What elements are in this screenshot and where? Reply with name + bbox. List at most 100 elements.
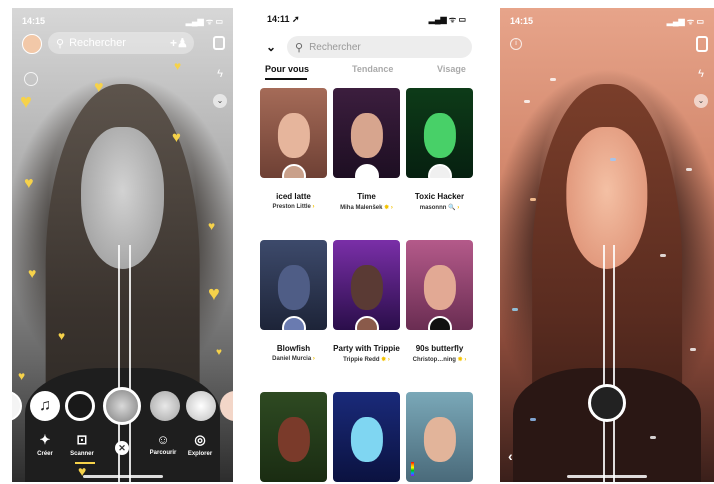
close-icon[interactable]: ✕ <box>115 441 129 455</box>
lens-card[interactable] <box>406 392 473 482</box>
flash-icon[interactable]: ϟ <box>217 68 223 80</box>
sparkle <box>660 254 666 257</box>
chevron-down-icon[interactable]: ⌄ <box>266 40 276 54</box>
lens-creator: Miha Malenšek ✸ › <box>333 204 400 211</box>
camera-screen-right: 14:15 ▂▄▆ ᯤ ▭ i ϟ ⌄ ‹ <box>500 8 714 482</box>
lens-creator: masonnn 🔍 › <box>406 204 473 211</box>
music-glyph: ♫ <box>39 397 51 414</box>
lens-creator: Preston Little › <box>260 204 327 210</box>
lens-card[interactable]: 90s butterfly Christop…ning ✸ › <box>406 240 473 363</box>
timer-icon[interactable] <box>24 72 38 86</box>
sparkle <box>690 348 696 351</box>
back-icon[interactable]: ‹ <box>508 448 513 464</box>
earphone-cable <box>613 245 616 482</box>
chevron-down-icon[interactable]: ⌄ <box>213 94 227 108</box>
lens-item[interactable] <box>12 391 22 421</box>
search-placeholder: Rechercher <box>69 37 126 49</box>
tab-bar: Pour vous Tendance Visage <box>255 64 478 82</box>
lens-creator: Daniel Murcia › <box>260 356 327 362</box>
color-strip <box>411 462 414 476</box>
face-region <box>350 417 383 463</box>
lens-thumbnail <box>406 240 473 330</box>
search-input[interactable]: ⚲ Rechercher <box>287 36 472 58</box>
face-region <box>566 126 648 269</box>
compass-icon: ◎ <box>194 432 206 447</box>
status-icons: ▂▄▆ ᯤ ▭ <box>185 16 223 26</box>
face-region <box>277 265 310 311</box>
lens-item[interactable] <box>220 391 233 421</box>
heart-icon: ♥ <box>18 369 26 383</box>
lens-card[interactable]: Party with Trippie Trippie Redd ✸ › <box>333 240 400 363</box>
earphone-cable <box>602 245 605 482</box>
capture-button[interactable] <box>588 384 626 422</box>
active-tab-indicator <box>265 78 307 80</box>
scan-icon: ⊡ <box>76 432 88 447</box>
lens-card[interactable] <box>260 392 327 482</box>
heart-icon: ♥ <box>216 347 222 358</box>
sparkle <box>524 100 530 103</box>
nav-label: Scanner <box>70 451 94 457</box>
sparkle <box>530 418 536 421</box>
creator-badge: ✸ › <box>381 357 390 363</box>
mask-icon <box>427 164 452 178</box>
creator-name: Preston Little <box>272 204 311 210</box>
rotate-camera-icon[interactable] <box>213 36 225 50</box>
lens-thumbnail <box>333 88 400 178</box>
home-indicator <box>567 475 647 478</box>
add-friend-icon[interactable]: +♟ <box>170 36 188 50</box>
nav-explore[interactable]: ◎ Explorer <box>178 432 222 457</box>
chevron-down-icon[interactable]: ⌄ <box>694 94 708 108</box>
creator-badge: › <box>312 356 315 362</box>
heart-icon: ♥ <box>208 283 220 305</box>
face-region <box>350 265 383 311</box>
face-region <box>350 113 383 159</box>
nav-scanner[interactable]: ⊡ Scanner <box>60 432 104 457</box>
lens-item[interactable] <box>150 391 180 421</box>
lens-card[interactable] <box>333 392 400 482</box>
lens-creator: Trippie Redd ✸ › <box>333 356 400 363</box>
music-lens-icon[interactable]: ♫ <box>30 391 60 421</box>
search-placeholder: Rechercher <box>309 41 361 53</box>
sparkle <box>512 308 518 311</box>
tab-face[interactable]: Visage <box>437 64 466 74</box>
creator-name: Daniel Murcia <box>272 356 312 362</box>
creator-name: Trippie Redd <box>343 357 380 363</box>
sparkle <box>530 198 536 201</box>
lens-thumbnail <box>333 392 400 482</box>
lens-icon <box>354 316 379 330</box>
lens-card[interactable]: Toxic Hacker masonnn 🔍 › <box>406 88 473 211</box>
heart-icon: ♥ <box>208 219 216 233</box>
lens-title: Party with Trippie <box>333 344 400 353</box>
lens-explorer-screen: 14:11 ➚ ▂▄▆ ᯤ ▭ ⌄ ⚲ Rechercher Pour vous… <box>255 8 478 482</box>
lens-item[interactable] <box>65 391 95 421</box>
lens-thumbnail <box>260 240 327 330</box>
active-tab-indicator <box>75 462 95 464</box>
lens-title: 90s butterfly <box>415 344 464 353</box>
face-region <box>277 417 310 463</box>
lens-card[interactable]: iced latte Preston Little › <box>260 88 327 210</box>
face-region <box>423 417 456 463</box>
heart-icon: ♥ <box>174 59 182 73</box>
camera-screen-left: ♥ ♥ ♥ ♥ ♥ ♥ ♥ ♥ ♥ ♥ ♥ ♥ 14:15 ▂▄▆ ᯤ ▭ ⚲ … <box>12 8 233 482</box>
status-icons: ▂▄▆ ᯤ ▭ <box>428 15 466 24</box>
tab-trending[interactable]: Tendance <box>352 64 393 74</box>
status-bar: 14:15 ▂▄▆ ᯤ ▭ <box>22 14 223 28</box>
info-icon[interactable]: i <box>510 38 522 50</box>
heart-icon: ♥ <box>172 129 181 146</box>
creator-badge: ✸ › <box>384 205 393 211</box>
flash-icon[interactable]: ϟ <box>698 68 704 80</box>
creator-badge: ✸ › <box>457 357 467 363</box>
nav-label: Créer <box>37 451 53 457</box>
avatar[interactable] <box>22 34 42 54</box>
face-region <box>423 265 456 311</box>
rotate-camera-icon[interactable] <box>696 36 708 52</box>
nav-label: Explorer <box>187 451 213 457</box>
clock-icon <box>354 164 379 178</box>
creator-name: Miha Malenšek <box>340 205 383 211</box>
lens-item[interactable] <box>186 391 216 421</box>
capture-button[interactable] <box>103 387 141 425</box>
lens-card[interactable]: Blowfish Daniel Murcia › <box>260 240 327 362</box>
tab-for-you[interactable]: Pour vous <box>265 64 309 74</box>
lens-card[interactable]: Time Miha Malenšek ✸ › <box>333 88 400 211</box>
lens-thumbnail <box>406 392 473 482</box>
